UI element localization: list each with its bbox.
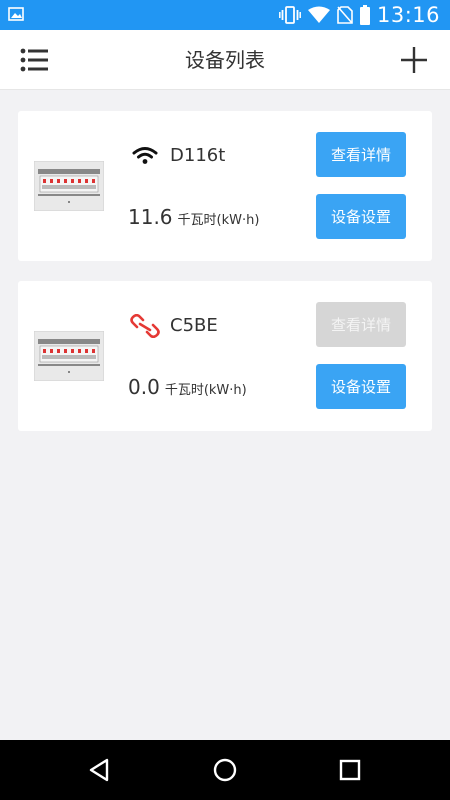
navigation-bar [0,740,450,800]
image-icon [8,7,24,21]
back-icon[interactable] [85,755,115,785]
device-card: D116t 11.6 千瓦时(kW·h) 查看详情 设备设置 [18,111,432,261]
energy-value: 11.6 [128,205,173,229]
energy-unit: 千瓦时(kW·h) [177,213,260,228]
device-name: D116t [170,145,226,166]
view-details-button[interactable]: 查看详情 [316,132,406,177]
vibrate-icon [279,6,301,24]
energy-reading: 11.6 千瓦时(kW·h) [128,205,259,229]
plus-icon[interactable] [398,44,430,76]
home-icon[interactable] [210,755,240,785]
wifi-icon [307,6,330,23]
status-bar: 13:16 [0,0,450,30]
device-settings-button[interactable]: 设备设置 [316,364,406,409]
page-title: 设备列表 [185,48,265,72]
no-sim-icon [337,6,353,24]
view-details-button[interactable]: 查看详情 [316,302,406,347]
wifi-icon [132,147,158,164]
device-card: C5BE 0.0 千瓦时(kW·h) 查看详情 设备设置 [18,281,432,431]
energy-value: 0.0 [128,375,160,399]
broken-link-icon [130,314,160,338]
device-name: C5BE [170,315,218,336]
distribution-box-image [34,161,104,211]
recents-icon[interactable] [335,755,365,785]
distribution-box-image [34,331,104,381]
status-time: 13:16 [376,3,440,27]
app-bar: 设备列表 [0,30,450,90]
energy-unit: 千瓦时(kW·h) [164,383,247,398]
energy-reading: 0.0 千瓦时(kW·h) [128,375,247,399]
device-settings-button[interactable]: 设备设置 [316,194,406,239]
battery-icon [359,5,370,25]
